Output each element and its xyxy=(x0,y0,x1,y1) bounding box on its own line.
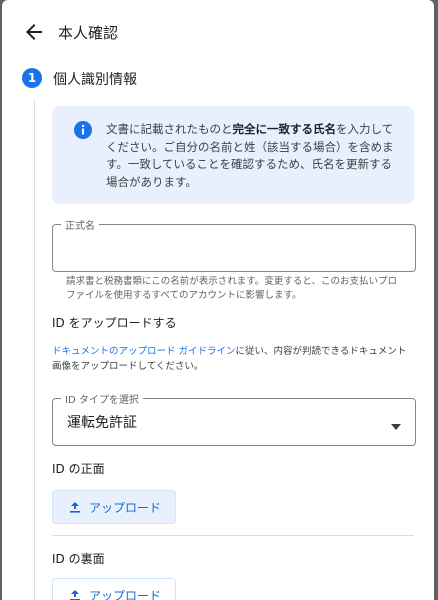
legal-name-input[interactable]: 正式名 xyxy=(52,217,416,272)
dialog-header: 本人確認 xyxy=(2,0,434,60)
id-type-select[interactable]: ID タイプを選択 運転免許証 xyxy=(52,391,416,446)
id-front-heading: ID の正面 xyxy=(52,462,105,476)
info-text: 文書に記載されたものと完全に一致する氏名を入力してください。ご自分の名前と姓（該… xyxy=(106,121,396,191)
page-title: 本人確認 xyxy=(58,24,119,42)
upload-front-label: アップロード xyxy=(89,501,162,515)
id-back-heading: ID の裏面 xyxy=(52,552,105,566)
upload-guidelines-link[interactable]: ドキュメントのアップロード ガイドライン xyxy=(52,346,236,357)
upload-icon xyxy=(69,501,81,513)
upload-back-button[interactable]: アップロード xyxy=(52,578,176,600)
info-text-emphasis: 完全に一致する氏名 xyxy=(232,122,337,136)
legal-name-label: 正式名 xyxy=(61,217,99,232)
info-icon xyxy=(74,121,92,139)
id-upload-instructions: ドキュメントのアップロード ガイドラインに従い、内容が判読できるドキュメント画像… xyxy=(52,344,414,374)
upload-back-label: アップロード xyxy=(89,589,162,600)
step-title: 個人識別情報 xyxy=(53,72,137,88)
upload-front-button[interactable]: アップロード xyxy=(52,490,176,524)
legal-name-helper-text: 請求書と税務書類にこの名前が表示されます。変更すると、このお支払いプロファイルを… xyxy=(66,276,397,301)
back-arrow-icon[interactable] xyxy=(22,20,46,44)
id-type-label: ID タイプを選択 xyxy=(61,391,143,406)
step-connector-line xyxy=(34,100,35,600)
upload-icon xyxy=(69,589,81,600)
step-number-badge: 1 xyxy=(22,68,42,88)
dropdown-arrow-icon xyxy=(391,417,401,430)
info-banner: 文書に記載されたものと完全に一致する氏名を入力してください。ご自分の名前と姓（該… xyxy=(52,106,414,204)
section-divider xyxy=(52,535,414,536)
id-upload-heading: ID をアップロードする xyxy=(52,316,177,330)
id-type-value: 運転免許証 xyxy=(67,415,137,431)
info-text-start: 文書に記載されたものと xyxy=(106,122,233,136)
identity-verification-dialog: 本人確認 1 個人識別情報 文書に記載されたものと完全に一致する氏名を入力してく… xyxy=(2,0,434,600)
